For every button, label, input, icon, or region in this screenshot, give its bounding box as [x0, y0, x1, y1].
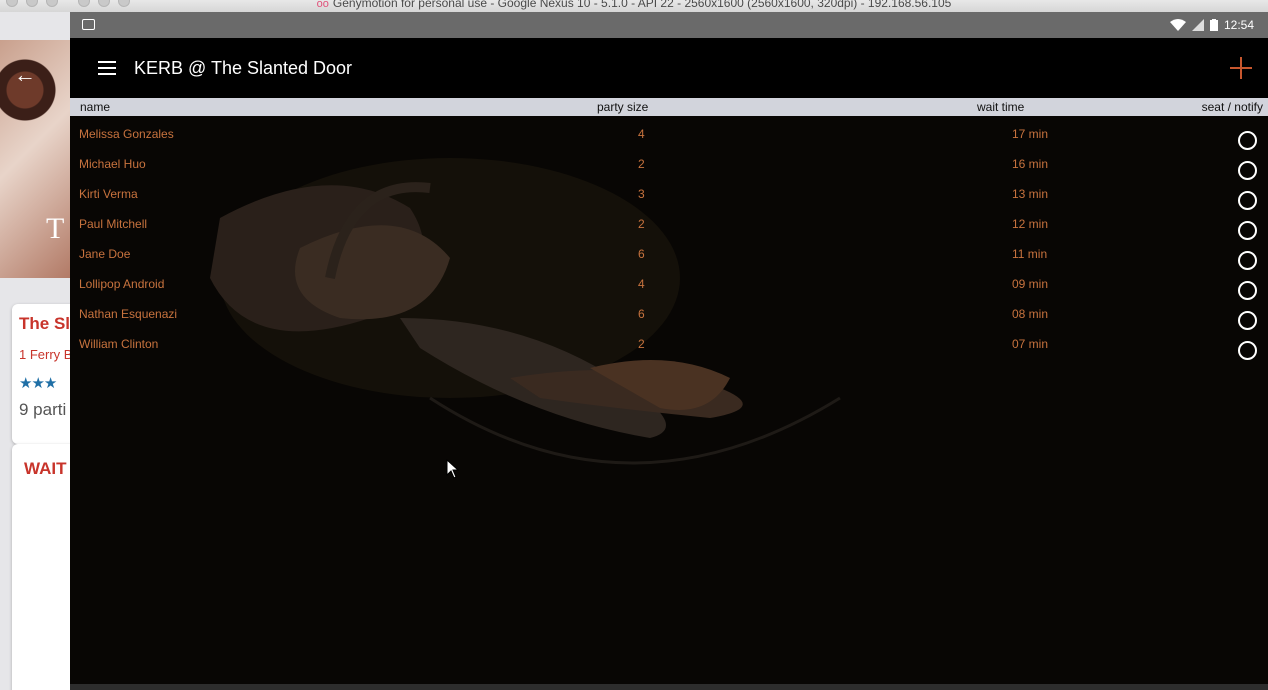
table-row[interactable]: Melissa Gonzales 4 17 min — [70, 116, 1268, 150]
mouse-cursor-icon — [446, 459, 460, 479]
party-size: 6 — [638, 307, 645, 321]
party-name: Nathan Esquenazi — [79, 307, 178, 321]
party-size: 3 — [638, 187, 645, 201]
table-row[interactable]: Michael Huo 2 16 min — [70, 146, 1268, 180]
column-header-wait-time: wait time — [977, 100, 1025, 114]
wait-time: 13 min — [1012, 187, 1049, 201]
wait-time: 17 min — [1012, 127, 1049, 141]
status-time: 12:54 — [1223, 18, 1254, 32]
column-header-name: name — [80, 100, 111, 114]
party-name: William Clinton — [79, 337, 159, 351]
wait-time: 12 min — [1012, 217, 1049, 231]
page-title: KERB @ The Slanted Door — [134, 58, 353, 78]
background-waitlist-heading: WAIT — [24, 459, 67, 478]
background-rating-stars: ★★★ — [19, 375, 57, 392]
table-row[interactable]: Kirti Verma 3 13 min — [70, 176, 1268, 210]
party-name: Michael Huo — [79, 157, 146, 171]
column-header-party-size: party size — [597, 100, 649, 114]
background-restaurant-card[interactable]: The Sl 1 Ferry B ★★★ 9 parti — [12, 304, 70, 444]
wait-time: 08 min — [1012, 307, 1049, 321]
background-app: ← T The Sl 1 Ferry B ★★★ 9 parti WAIT — [0, 12, 70, 690]
party-name: Melissa Gonzales — [79, 127, 174, 141]
android-status-bar: 12:54 — [70, 12, 1268, 38]
table-header: name party size wait time seat / notify — [70, 98, 1268, 116]
party-size: 2 — [638, 217, 645, 231]
seat-radio[interactable] — [1238, 341, 1257, 360]
party-name: Lollipop Android — [79, 277, 165, 291]
wait-time: 16 min — [1012, 157, 1049, 171]
wait-time: 07 min — [1012, 337, 1049, 351]
table-row[interactable]: William Clinton 2 07 min — [70, 326, 1268, 360]
emulator-screen: 12:54 KERB @ The Slanted Door name party — [70, 12, 1268, 690]
signal-icon — [1191, 19, 1204, 31]
host-window-title: oo Genymotion for personal use - Google N… — [0, 0, 1268, 10]
back-arrow-icon[interactable]: ← — [14, 62, 36, 88]
background-restaurant-address[interactable]: 1 Ferry B — [19, 347, 70, 362]
party-size: 6 — [638, 247, 645, 261]
party-size: 4 — [638, 277, 645, 291]
hamburger-menu-icon[interactable] — [98, 61, 116, 75]
genymotion-logo-icon: oo — [316, 0, 329, 10]
table-row[interactable]: Lollipop Android 4 09 min — [70, 266, 1268, 300]
table-row[interactable]: Paul Mitchell 2 12 min — [70, 206, 1268, 240]
host-window-title-text: Genymotion for personal use - Google Nex… — [332, 0, 952, 10]
battery-icon — [1209, 19, 1218, 31]
background-parties-count: 9 parti — [19, 400, 67, 419]
wait-time: 09 min — [1012, 277, 1049, 291]
table-row[interactable]: Jane Doe 6 11 min — [70, 236, 1268, 270]
add-party-icon[interactable] — [1230, 57, 1252, 79]
party-name: Kirti Verma — [79, 187, 138, 201]
column-header-seat-notify: seat / notify — [1201, 100, 1263, 114]
background-restaurant-name: The Sl — [19, 314, 70, 333]
screen: { "host_window": { "title": "Genymotion … — [0, 0, 1268, 690]
wait-time: 11 min — [1012, 247, 1048, 261]
party-size: 4 — [638, 127, 645, 141]
party-size: 2 — [638, 337, 645, 351]
background-hero-title: T — [46, 212, 65, 245]
notification-icon — [82, 19, 95, 30]
wifi-icon — [1169, 19, 1186, 31]
navigation-bar — [70, 684, 1268, 690]
status-icons: 12:54 — [1169, 18, 1254, 32]
party-name: Paul Mitchell — [79, 217, 148, 231]
party-name: Jane Doe — [79, 247, 131, 261]
app-toolbar: KERB @ The Slanted Door — [70, 38, 1268, 98]
waitlist-area: name party size wait time seat / notify … — [70, 98, 1268, 684]
party-size: 2 — [638, 157, 645, 171]
table-row[interactable]: Nathan Esquenazi 6 08 min — [70, 296, 1268, 330]
host-window-titlebar: oo Genymotion for personal use - Google N… — [0, 0, 1268, 12]
background-waitlist-card[interactable]: WAIT — [12, 444, 70, 690]
